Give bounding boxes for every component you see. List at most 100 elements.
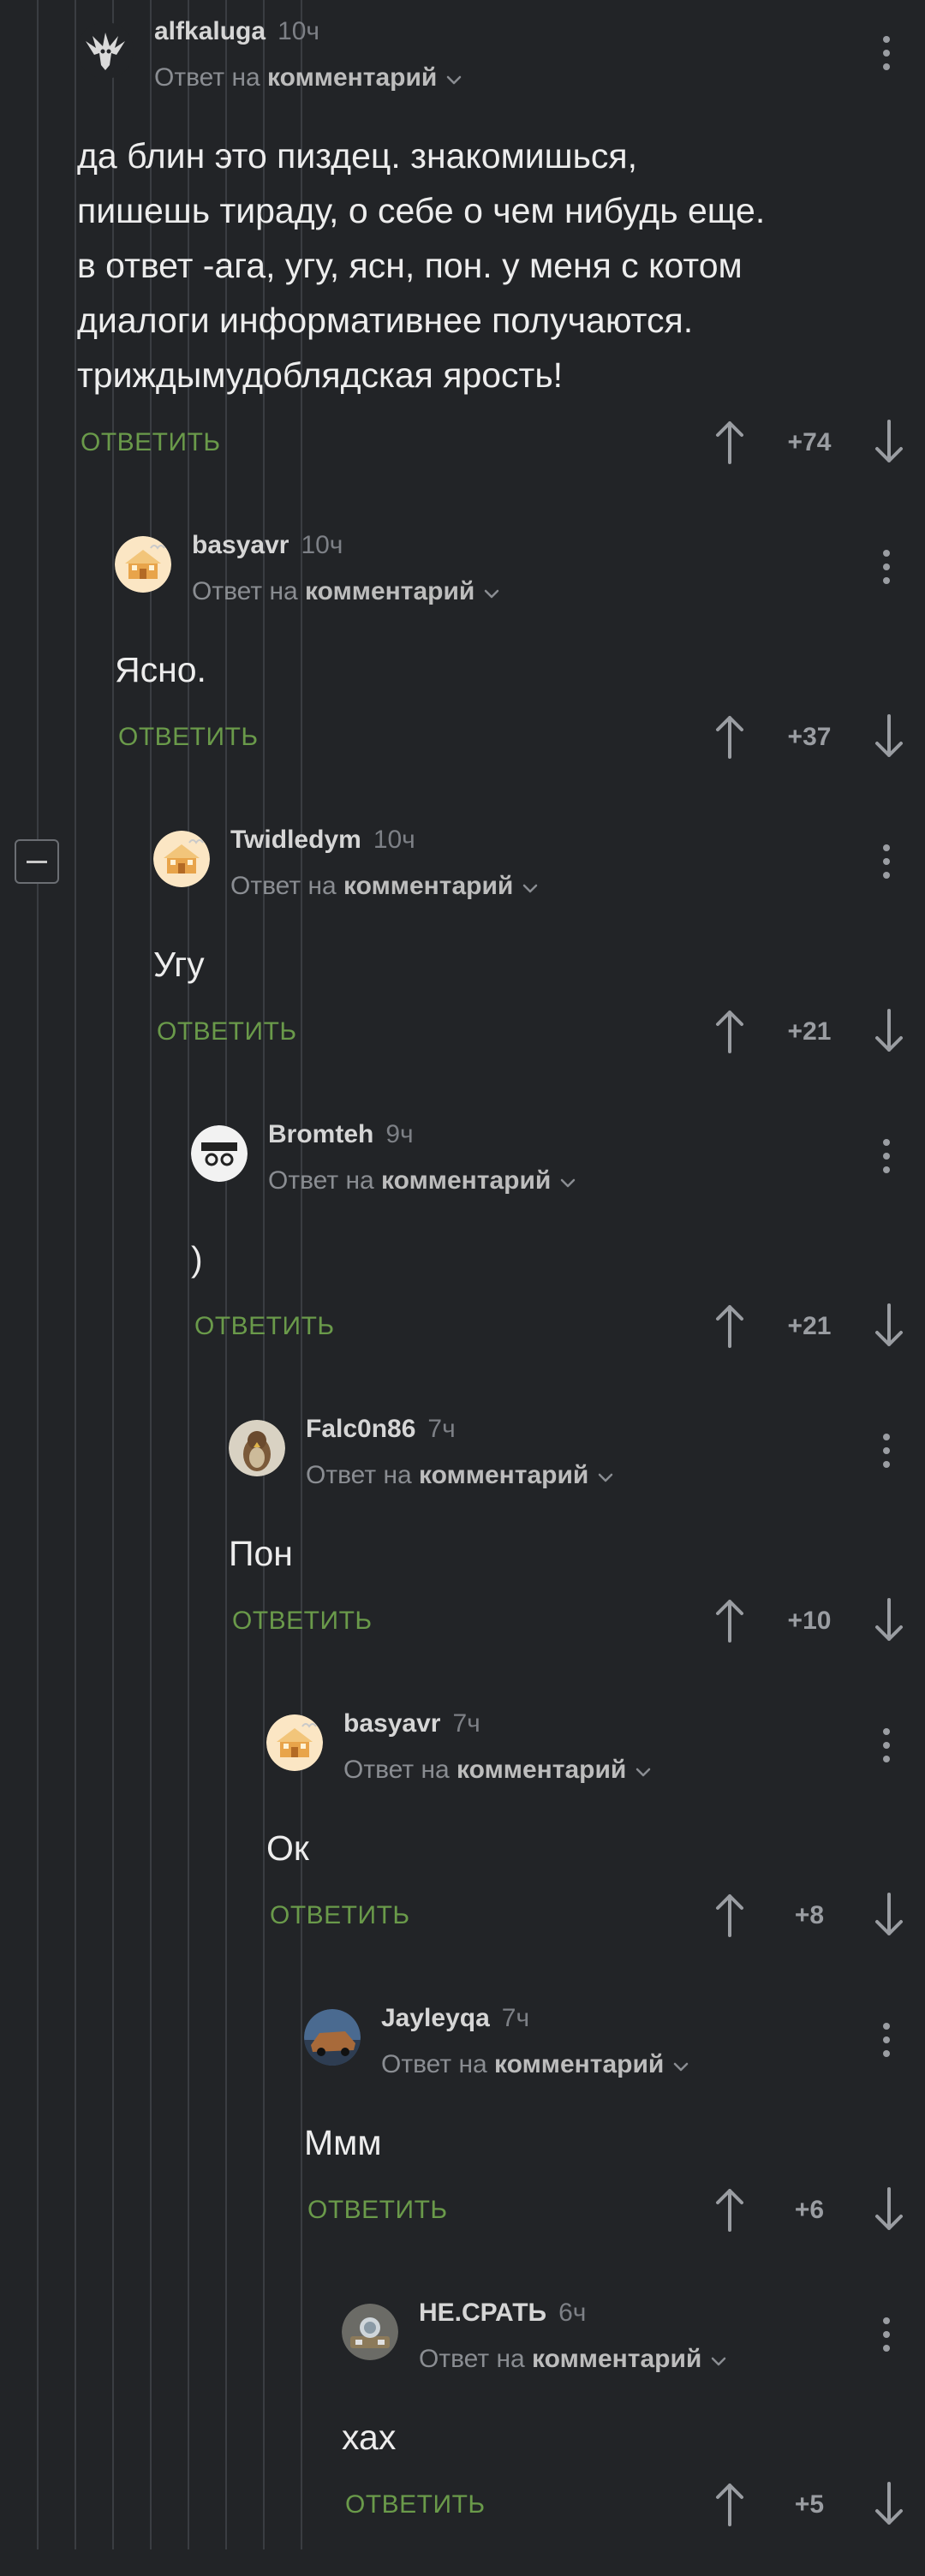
more-vertical-icon[interactable] <box>882 1434 891 1473</box>
reply-button[interactable]: ОТВЕТИТЬ <box>307 2196 448 2225</box>
chevron-down-icon[interactable] <box>710 2346 727 2375</box>
comment: basyavr 10ч Ответ на комментарий Ясно. ОТВЕТ… <box>115 514 925 808</box>
arrow-up-icon[interactable] <box>711 1007 749 1055</box>
arrow-up-icon[interactable] <box>711 1596 749 1644</box>
more-vertical-icon[interactable] <box>882 550 891 589</box>
reply-to-target[interactable]: комментарий <box>457 1756 626 1784</box>
comment-score: +21 <box>787 1017 832 1046</box>
comment-body-line: да блин это пиздец. знакомишься, <box>77 136 638 176</box>
arrow-up-icon[interactable] <box>711 1891 749 1939</box>
avatar[interactable] <box>229 1420 285 1476</box>
arrow-up-icon[interactable] <box>711 1302 749 1350</box>
arrow-up-icon[interactable] <box>711 2185 749 2233</box>
arrow-up-icon[interactable] <box>711 418 749 466</box>
collapse-thread-button[interactable] <box>15 839 59 884</box>
reply-button[interactable]: ОТВЕТИТЬ <box>118 723 259 752</box>
comment-author[interactable]: Twidledym 10ч <box>230 826 415 855</box>
chevron-down-icon[interactable] <box>672 2051 689 2080</box>
comment-author[interactable]: basyavr 7ч <box>343 1709 480 1738</box>
reply-to[interactable]: Ответ на комментарий <box>419 2345 727 2375</box>
author-name[interactable]: alfkaluga <box>154 17 266 45</box>
arrow-down-icon[interactable] <box>870 1302 908 1350</box>
arrow-down-icon[interactable] <box>870 713 908 760</box>
avatar[interactable] <box>115 536 171 593</box>
chevron-down-icon[interactable] <box>559 1167 576 1196</box>
more-vertical-icon[interactable] <box>882 1728 891 1768</box>
reply-to-target[interactable]: комментарий <box>381 1166 551 1195</box>
avatar[interactable] <box>266 1714 323 1771</box>
reply-to[interactable]: Ответ на комментарий <box>381 2050 689 2080</box>
vote-controls: +6 <box>711 2185 908 2237</box>
comment-score: +74 <box>787 428 832 456</box>
reply-to-target[interactable]: комментарий <box>494 2050 664 2078</box>
comment-score: +10 <box>787 1607 832 1635</box>
reply-to-target[interactable]: комментарий <box>305 577 474 605</box>
avatar[interactable] <box>304 2009 361 2066</box>
comment-time: 7ч <box>452 1709 480 1738</box>
vote-controls: +8 <box>711 1891 908 1942</box>
chevron-down-icon[interactable] <box>483 578 500 607</box>
reply-to-target[interactable]: комментарий <box>267 63 437 92</box>
comment: Jayleyqa 7ч Ответ на комментарий Ммм ОТВЕТИТ… <box>304 1987 925 2281</box>
comment-body-line: пишешь тираду, о себе о чем нибудь еще. <box>77 191 766 230</box>
reply-to[interactable]: Ответ на комментарий <box>192 577 500 607</box>
comment-body-line: Ок <box>266 1828 309 1868</box>
chevron-down-icon[interactable] <box>597 1462 614 1491</box>
reply-to[interactable]: Ответ на комментарий <box>154 63 462 93</box>
arrow-up-icon[interactable] <box>711 713 749 760</box>
comment-author[interactable]: alfkaluga 10ч <box>154 17 319 46</box>
comment-body-line: триждымудоблядская ярость! <box>77 355 564 395</box>
chevron-down-icon[interactable] <box>445 64 462 93</box>
comment-author[interactable]: Jayleyqa 7ч <box>381 2004 529 2033</box>
author-name[interactable]: НЕ.СРАТЬ <box>419 2299 546 2327</box>
reply-to[interactable]: Ответ на комментарий <box>268 1166 576 1196</box>
reply-to[interactable]: Ответ на комментарий <box>306 1461 614 1491</box>
comment-author[interactable]: Bromteh 9ч <box>268 1120 414 1149</box>
comment-author[interactable]: Falc0n86 7ч <box>306 1415 456 1444</box>
comment-body-line: Ммм <box>304 2123 382 2162</box>
comment-author[interactable]: basyavr 10ч <box>192 531 343 560</box>
reply-to[interactable]: Ответ на комментарий <box>343 1756 652 1786</box>
reply-button[interactable]: ОТВЕТИТЬ <box>157 1017 297 1046</box>
arrow-down-icon[interactable] <box>870 2480 908 2528</box>
more-vertical-icon[interactable] <box>882 36 891 75</box>
reply-button[interactable]: ОТВЕТИТЬ <box>194 1312 335 1341</box>
avatar[interactable] <box>77 22 134 79</box>
arrow-down-icon[interactable] <box>870 418 908 466</box>
author-name[interactable]: basyavr <box>192 531 289 559</box>
arrow-down-icon[interactable] <box>870 1891 908 1939</box>
reply-to-target[interactable]: комментарий <box>419 1461 588 1489</box>
author-name[interactable]: Jayleyqa <box>381 2004 490 2032</box>
comment-author[interactable]: НЕ.СРАТЬ 6ч <box>419 2299 586 2328</box>
reply-to-target[interactable]: комментарий <box>343 872 513 900</box>
reply-to[interactable]: Ответ на комментарий <box>230 872 539 902</box>
reply-button[interactable]: ОТВЕТИТЬ <box>81 428 221 457</box>
author-name[interactable]: Twidledym <box>230 826 361 854</box>
more-vertical-icon[interactable] <box>882 2023 891 2062</box>
reply-to-target[interactable]: комментарий <box>532 2345 701 2373</box>
arrow-up-icon[interactable] <box>711 2480 749 2528</box>
comment-score: +6 <box>794 2196 825 2224</box>
author-name[interactable]: Falc0n86 <box>306 1415 415 1443</box>
chevron-down-icon[interactable] <box>635 1756 652 1786</box>
avatar[interactable] <box>191 1125 248 1182</box>
more-vertical-icon[interactable] <box>882 844 891 884</box>
chevron-down-icon[interactable] <box>522 873 539 902</box>
comment-body: ) <box>191 1231 203 1286</box>
arrow-down-icon[interactable] <box>870 1596 908 1644</box>
reply-button[interactable]: ОТВЕТИТЬ <box>270 1901 410 1930</box>
avatar[interactable] <box>153 831 210 887</box>
arrow-down-icon[interactable] <box>870 1007 908 1055</box>
arrow-down-icon[interactable] <box>870 2185 908 2233</box>
vote-controls: +21 <box>711 1302 908 1353</box>
thread-line <box>37 0 39 2549</box>
comment-body-line: хах <box>342 2418 397 2457</box>
author-name[interactable]: basyavr <box>343 1709 440 1738</box>
author-name[interactable]: Bromteh <box>268 1120 373 1148</box>
reply-button[interactable]: ОТВЕТИТЬ <box>232 1607 373 1636</box>
more-vertical-icon[interactable] <box>882 2317 891 2357</box>
reply-button[interactable]: ОТВЕТИТЬ <box>345 2490 486 2519</box>
comment-body-line: диалоги информативнее получаются. <box>77 301 694 340</box>
more-vertical-icon[interactable] <box>882 1139 891 1178</box>
avatar[interactable] <box>342 2304 398 2360</box>
